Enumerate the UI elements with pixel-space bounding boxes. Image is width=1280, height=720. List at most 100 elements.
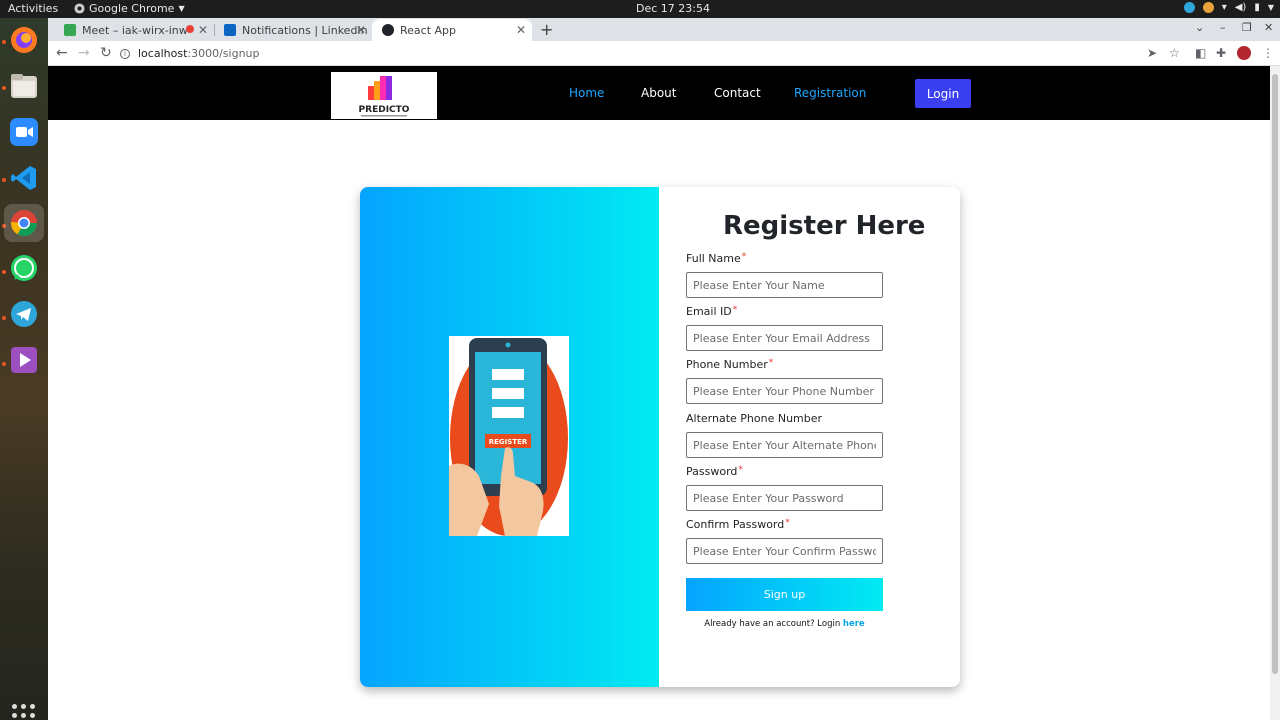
menu-kebab-icon[interactable]: ⋮ xyxy=(1262,46,1274,60)
login-button[interactable]: Login xyxy=(915,79,971,108)
label-alternate-phone: Alternate Phone Number xyxy=(686,412,822,425)
close-tab-icon[interactable]: ✕ xyxy=(356,23,366,37)
required-marker: * xyxy=(741,252,747,262)
minimize-icon[interactable]: – xyxy=(1220,21,1226,34)
label-text: Full Name xyxy=(686,252,741,265)
email-input[interactable] xyxy=(686,325,883,351)
tab-linkedin[interactable]: Notifications | LinkedIn ✕ xyxy=(214,19,372,41)
svg-text:REGISTER: REGISTER xyxy=(489,438,528,446)
full-name-input[interactable] xyxy=(686,272,883,298)
url-host: localhost xyxy=(138,47,188,60)
label-password: Password* xyxy=(686,465,743,478)
clock[interactable]: Dec 17 23:54 xyxy=(636,2,710,15)
extension-icon[interactable]: ◧ xyxy=(1195,46,1206,60)
required-marker: * xyxy=(768,358,774,368)
nav-home[interactable]: Home xyxy=(569,86,604,100)
running-indicator xyxy=(2,362,6,366)
label-text: Phone Number xyxy=(686,358,768,371)
app-menu[interactable]: Google Chrome ▼ xyxy=(74,2,185,15)
puzzle-icon[interactable]: ✚ xyxy=(1216,46,1226,60)
label-confirm-password: Confirm Password* xyxy=(686,518,790,531)
dock xyxy=(0,18,48,720)
phone-register-illustration: REGISTER xyxy=(449,336,569,536)
registration-card: REGISTER Register Here Full Name* Email … xyxy=(360,187,960,687)
signup-form: Register Here Full Name* Email ID* Phone… xyxy=(659,187,960,687)
alternate-phone-input[interactable] xyxy=(686,432,883,458)
phone-input[interactable] xyxy=(686,378,883,404)
show-applications-icon[interactable] xyxy=(12,704,36,720)
web-page: PREDICTO Home About Contact Registration… xyxy=(48,66,1270,720)
tab-title: Meet – iak-wirx-inw xyxy=(82,23,188,37)
confirm-password-input[interactable] xyxy=(686,538,883,564)
running-indicator xyxy=(2,316,6,320)
login-prompt: Already have an account? Login here xyxy=(659,619,910,629)
whatsapp-icon[interactable] xyxy=(8,252,40,284)
close-tab-icon[interactable]: ✕ xyxy=(516,23,526,37)
address-bar[interactable]: i localhost:3000/signup xyxy=(120,43,1180,64)
linkedin-favicon-icon xyxy=(224,24,236,36)
tab-react-app[interactable]: React App ✕ xyxy=(372,19,532,41)
telegram-icon[interactable] xyxy=(8,298,40,330)
form-title: Register Here xyxy=(723,211,926,241)
required-marker: * xyxy=(785,518,790,528)
required-marker: * xyxy=(738,465,743,475)
login-here-link[interactable]: here xyxy=(843,619,865,629)
vscode-icon[interactable] xyxy=(8,162,40,194)
zoom-icon[interactable] xyxy=(8,116,40,148)
tab-strip: Meet – iak-wirx-inw ✕ Notifications | Li… xyxy=(48,18,1280,41)
system-top-bar: Activities Google Chrome ▼ Dec 17 23:54 … xyxy=(0,0,1280,18)
label-text: Confirm Password xyxy=(686,518,785,531)
forward-icon[interactable]: → xyxy=(78,45,90,61)
back-icon[interactable]: ← xyxy=(56,45,68,61)
nav-about[interactable]: About xyxy=(641,86,676,100)
running-indicator xyxy=(2,178,6,182)
recording-indicator-icon xyxy=(186,25,194,33)
app-menu-label: Google Chrome xyxy=(89,2,175,15)
close-tab-icon[interactable]: ✕ xyxy=(198,23,208,37)
browser-toolbar: ← → ↻ i localhost:3000/signup ➤ ☆ ◧ ✚ ⋮ xyxy=(48,41,1280,66)
bookmark-star-icon[interactable]: ☆ xyxy=(1169,46,1180,60)
send-icon[interactable]: ➤ xyxy=(1147,46,1157,60)
label-text: Alternate Phone Number xyxy=(686,412,823,425)
battery-icon[interactable]: ▮ xyxy=(1254,2,1260,13)
illustration-panel: REGISTER xyxy=(360,187,659,687)
chrome-tray-icon[interactable] xyxy=(1202,2,1214,13)
close-window-icon[interactable]: ✕ xyxy=(1264,21,1273,34)
reload-icon[interactable]: ↻ xyxy=(100,45,112,61)
wifi-icon[interactable]: ▾ xyxy=(1222,2,1227,13)
running-indicator xyxy=(2,40,6,44)
telegram-tray-icon[interactable] xyxy=(1183,2,1195,13)
new-tab-button[interactable]: + xyxy=(540,20,553,39)
files-icon[interactable] xyxy=(8,70,40,102)
media-player-icon[interactable] xyxy=(8,344,40,376)
restore-icon[interactable]: ❐ xyxy=(1242,21,1252,34)
signup-button[interactable]: Sign up xyxy=(686,578,883,611)
predicto-logo[interactable]: PREDICTO xyxy=(331,72,437,119)
volume-icon[interactable]: ◀) xyxy=(1235,2,1247,13)
scrollbar-thumb[interactable] xyxy=(1272,74,1278,674)
password-input[interactable] xyxy=(686,485,883,511)
profile-avatar[interactable] xyxy=(1237,46,1251,60)
react-favicon-icon xyxy=(382,24,394,36)
meet-favicon-icon xyxy=(64,24,76,36)
power-menu-icon[interactable]: ▼ xyxy=(1268,3,1274,12)
label-phone: Phone Number* xyxy=(686,358,773,371)
activities-button[interactable]: Activities xyxy=(8,2,58,15)
site-info-icon[interactable]: i xyxy=(120,48,130,59)
tab-title: Notifications | LinkedIn xyxy=(242,23,368,37)
firefox-icon[interactable] xyxy=(8,24,40,56)
running-indicator xyxy=(2,270,6,274)
chrome-dock-icon[interactable] xyxy=(4,204,44,242)
tab-meet[interactable]: Meet – iak-wirx-inw ✕ xyxy=(54,19,214,41)
nav-registration[interactable]: Registration xyxy=(794,86,866,100)
url-path: :3000/signup xyxy=(187,47,260,60)
svg-text:PREDICTO: PREDICTO xyxy=(359,105,410,115)
required-marker: * xyxy=(732,305,738,315)
system-tray[interactable]: ▾ ◀) ▮ ▼ xyxy=(1183,2,1274,13)
tab-search-icon[interactable]: ⌄ xyxy=(1195,21,1204,34)
nav-contact[interactable]: Contact xyxy=(714,86,761,100)
page-scrollbar[interactable] xyxy=(1270,66,1280,720)
site-navbar: PREDICTO Home About Contact Registration… xyxy=(48,66,1270,120)
running-indicator xyxy=(2,86,6,90)
label-text: Email ID xyxy=(686,305,732,318)
